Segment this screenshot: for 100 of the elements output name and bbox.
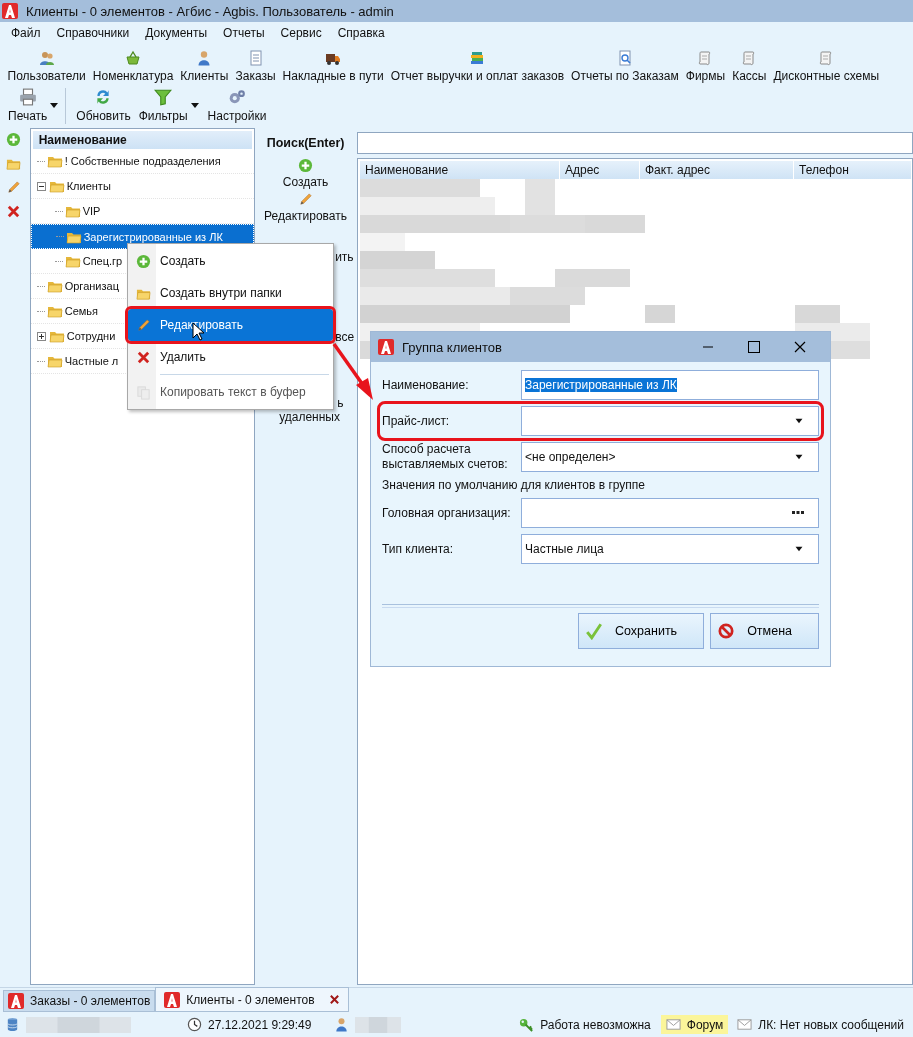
save-button[interactable]: Сохранить bbox=[578, 613, 705, 649]
gears-icon bbox=[228, 88, 246, 106]
dropdown-field[interactable]: <не определен> bbox=[521, 442, 819, 472]
action-label: все bbox=[335, 330, 356, 344]
printer-icon bbox=[18, 88, 37, 106]
pencil-icon bbox=[6, 180, 22, 195]
toolbar-button[interactable]: Фирмы bbox=[682, 50, 729, 88]
action-label: удаленных bbox=[279, 410, 341, 424]
tab[interactable]: Клиенты - 0 элементов bbox=[155, 987, 349, 1012]
column-header[interactable]: Адрес bbox=[560, 161, 640, 179]
menu-item[interactable]: Сервис bbox=[272, 26, 330, 40]
column-header[interactable]: Телефон bbox=[794, 161, 912, 179]
toolbar-button[interactable]: Печать bbox=[6, 88, 66, 126]
tab[interactable]: Заказы - 0 элементов bbox=[3, 990, 156, 1012]
search-label: Поиск(Enter) bbox=[266, 136, 345, 152]
pencil-icon bbox=[136, 317, 151, 333]
toolbar-button[interactable]: Пользователи bbox=[4, 50, 90, 88]
add-icon bbox=[136, 253, 151, 269]
ellipsis-icon[interactable] bbox=[792, 511, 804, 515]
add-icon bbox=[298, 158, 314, 173]
field-label: Тип клиента: bbox=[382, 541, 455, 557]
status-item[interactable]: ЛК: Нет новых сообщений bbox=[732, 1015, 909, 1034]
field-label: Способ расчета выставляемых счетов: bbox=[382, 442, 509, 472]
dropdown-field[interactable] bbox=[521, 406, 819, 436]
menu-item[interactable]: Файл bbox=[3, 26, 49, 40]
status-text: 27.12.2021 9:29:49 bbox=[208, 1017, 312, 1032]
tree-item[interactable]: ! Собственные подразделения bbox=[30, 149, 255, 174]
delete-icon bbox=[6, 204, 22, 219]
column-header[interactable]: Наименование bbox=[32, 131, 253, 149]
books-icon bbox=[469, 50, 486, 66]
action-button[interactable]: Создать bbox=[282, 158, 329, 189]
document-icon bbox=[247, 50, 264, 66]
cancel-button[interactable]: Отмена bbox=[710, 613, 819, 649]
app-logo-icon bbox=[164, 991, 181, 1008]
action-label: ить bbox=[335, 250, 355, 264]
menu-item[interactable]: Создать внутри папки bbox=[128, 277, 333, 309]
add-icon bbox=[6, 132, 22, 147]
column-header[interactable]: Факт. адрес bbox=[640, 161, 794, 179]
input-field[interactable]: Зарегистрированные из ЛК bbox=[521, 370, 819, 400]
toolbar-button[interactable]: Настройки bbox=[205, 88, 273, 126]
cancel-icon bbox=[717, 622, 736, 640]
caret-icon bbox=[794, 454, 804, 460]
toolbar-button[interactable]: Номенклатура bbox=[89, 50, 177, 88]
toolbar-button[interactable]: Дисконтные схемы bbox=[769, 50, 883, 88]
redacted-drawing bbox=[355, 1016, 401, 1033]
status-text: Работа невозможна bbox=[540, 1017, 651, 1032]
status-item[interactable]: Форум bbox=[660, 1015, 729, 1034]
pencil-icon bbox=[298, 192, 314, 207]
caret-icon bbox=[794, 418, 804, 424]
key-icon bbox=[519, 1017, 535, 1032]
delete-icon bbox=[136, 349, 151, 365]
clock-icon bbox=[187, 1017, 202, 1032]
close-button[interactable] bbox=[794, 341, 806, 353]
maximize-button[interactable] bbox=[748, 341, 760, 353]
toolbar-button[interactable]: Кассы bbox=[728, 50, 770, 88]
toolbar-button[interactable]: Отчет выручки и оплат заказов bbox=[387, 50, 568, 88]
window-title: Клиенты - 0 элементов - Агбис - Agbis. Пользователь - admin bbox=[26, 3, 394, 19]
basket-icon bbox=[125, 50, 142, 66]
envelope-icon bbox=[737, 1017, 753, 1032]
toolbar-button[interactable]: Обновить bbox=[74, 88, 137, 126]
document-magnifier-icon bbox=[616, 50, 633, 66]
app-logo-icon bbox=[378, 339, 394, 355]
toolbar-button[interactable]: Отчеты по Заказам bbox=[567, 50, 683, 88]
close-icon bbox=[328, 994, 340, 1005]
menu-item[interactable]: Удалить bbox=[128, 341, 333, 373]
menu-item[interactable]: Документы bbox=[137, 26, 216, 40]
action-button[interactable]: Редактировать bbox=[264, 192, 347, 223]
field-label: Наименование: bbox=[382, 377, 470, 393]
database-icon bbox=[5, 1017, 20, 1032]
field-label: Прайс-лист: bbox=[382, 413, 451, 429]
tree-item[interactable]: Клиенты bbox=[30, 174, 255, 199]
caret-icon bbox=[49, 102, 60, 109]
caret-icon bbox=[189, 102, 200, 109]
menu-item[interactable]: Редактировать bbox=[128, 309, 333, 341]
search-field[interactable] bbox=[357, 132, 913, 154]
app-logo-icon bbox=[2, 3, 18, 19]
group-note: Значения по умолчанию для клиентов в группе bbox=[382, 478, 646, 492]
expand-icon[interactable] bbox=[36, 331, 46, 341]
action-label: ь bbox=[336, 396, 345, 410]
column-header[interactable]: Наименование bbox=[360, 161, 560, 179]
person-icon bbox=[334, 1017, 349, 1032]
funnel-icon bbox=[154, 88, 173, 106]
menu-item[interactable]: Отчеты bbox=[215, 26, 273, 40]
toolbar-button[interactable]: Фильтры bbox=[136, 88, 206, 126]
lookup-field[interactable] bbox=[521, 498, 819, 528]
field-label: Головная организация: bbox=[382, 505, 512, 521]
check-icon bbox=[585, 622, 603, 640]
menu-item[interactable]: Справка bbox=[329, 26, 393, 40]
toolbar-button[interactable]: Накладные в пути bbox=[279, 50, 388, 88]
caret-icon bbox=[794, 546, 804, 552]
menu-item[interactable]: Справочники bbox=[48, 26, 138, 40]
dropdown-field[interactable]: Частные лица bbox=[521, 534, 819, 564]
envelope-icon bbox=[665, 1017, 681, 1032]
toolbar-button[interactable]: Клиенты bbox=[176, 50, 232, 88]
people-icon bbox=[38, 50, 55, 66]
annotation-arrow bbox=[332, 343, 373, 400]
toolbar-button[interactable]: Заказы bbox=[232, 50, 280, 88]
collapse-icon[interactable] bbox=[36, 181, 46, 191]
dialog-title: Группа клиентов bbox=[402, 339, 503, 355]
app-logo-icon bbox=[8, 993, 24, 1009]
